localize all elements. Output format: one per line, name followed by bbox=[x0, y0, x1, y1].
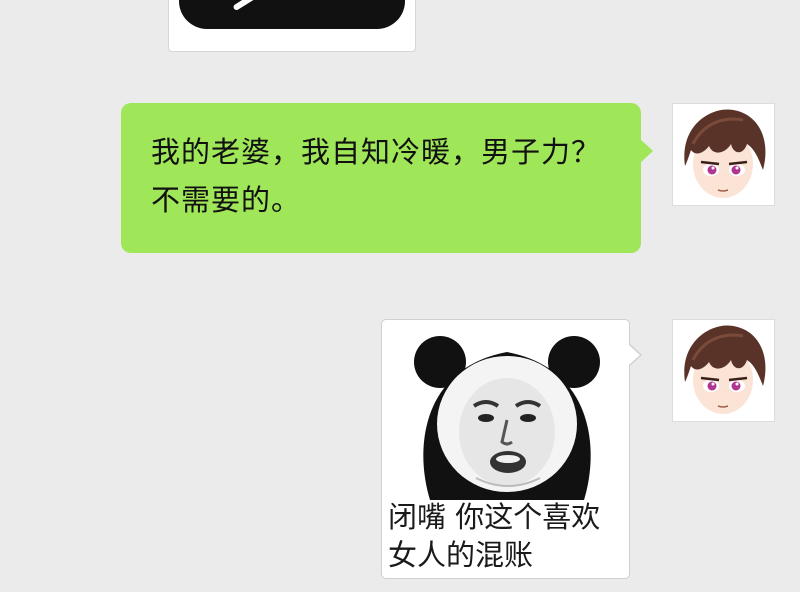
outgoing-sticker-bubble[interactable]: 闭嘴 你这个喜欢 女人的混账 bbox=[381, 319, 642, 579]
avatar[interactable] bbox=[672, 103, 775, 206]
image-content bbox=[179, 0, 405, 29]
message-text: 我的老婆，我自知冷暖，男子力？不需要的。 bbox=[151, 135, 602, 217]
avatar[interactable] bbox=[672, 319, 775, 422]
panda-meme-face-icon bbox=[414, 336, 600, 500]
outgoing-text-bubble[interactable]: 我的老婆，我自知冷暖，男子力？不需要的。 bbox=[121, 103, 653, 253]
sticker-caption: 闭嘴 你这个喜欢 女人的混账 bbox=[388, 500, 601, 572]
anime-boy-avatar-icon bbox=[673, 104, 774, 205]
anime-boy-avatar-icon bbox=[673, 320, 774, 421]
image-message-partial[interactable] bbox=[168, 0, 416, 52]
